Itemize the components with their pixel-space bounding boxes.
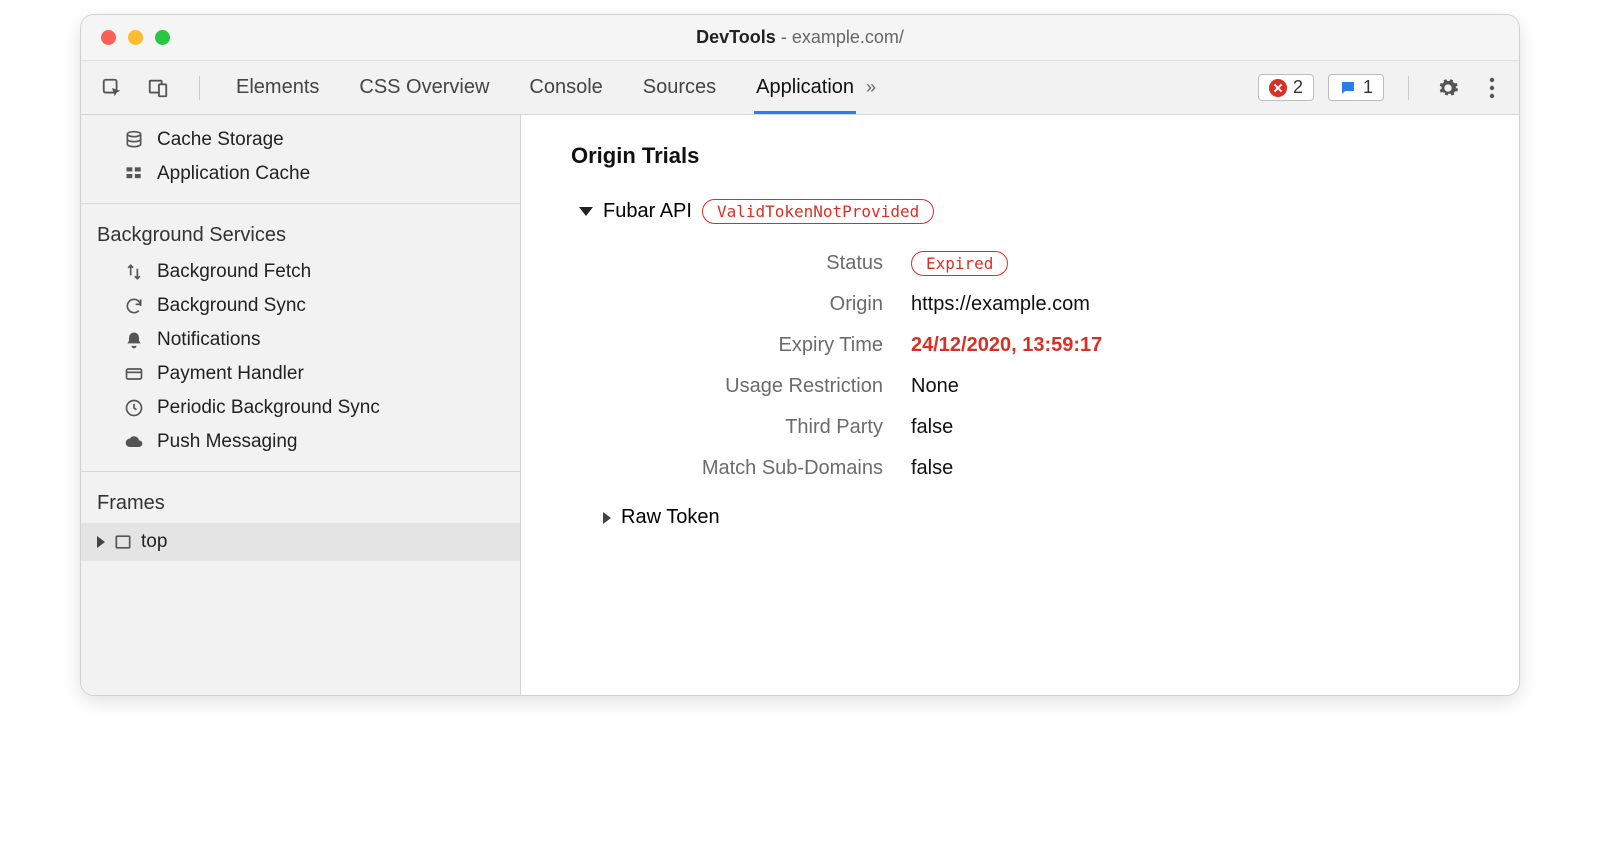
value-status: Expired: [911, 252, 1489, 275]
collapse-icon: [579, 207, 593, 216]
token-status-badge: ValidTokenNotProvided: [702, 199, 934, 224]
tab-elements[interactable]: Elements: [234, 62, 321, 114]
main-panel: Origin Trials Fubar API ValidTokenNotPro…: [521, 115, 1519, 695]
status-badge: Expired: [911, 251, 1008, 276]
database-icon: [123, 130, 145, 150]
value-third-party: false: [911, 416, 1489, 439]
window-title: DevTools - example.com/: [81, 27, 1519, 48]
bell-icon: [123, 330, 145, 350]
tab-console[interactable]: Console: [527, 62, 604, 114]
value-expiry: 24/12/2020, 13:59:17: [911, 334, 1489, 357]
sidebar-heading-background-services: Background Services: [81, 212, 520, 255]
application-sidebar: Cache Storage Application Cache Backgrou…: [81, 115, 521, 695]
messages-counter[interactable]: 1: [1328, 74, 1384, 101]
toolbar-right: 2 1: [1258, 73, 1507, 103]
window-title-sep: -: [776, 27, 792, 47]
settings-icon[interactable]: [1433, 73, 1463, 103]
panel-tabs: Elements CSS Overview Console Sources Ap…: [234, 62, 856, 114]
cloud-icon: [123, 432, 145, 452]
expand-icon: [97, 536, 105, 548]
sidebar-group-background-services: Background Services Background Fetch Bac…: [81, 204, 520, 472]
sidebar-item-cache-storage[interactable]: Cache Storage: [81, 123, 520, 157]
expand-icon: [603, 512, 611, 524]
devtools-body: Cache Storage Application Cache Backgrou…: [81, 115, 1519, 695]
sidebar-item-background-sync[interactable]: Background Sync: [81, 289, 520, 323]
devtools-toolbar: Elements CSS Overview Console Sources Ap…: [81, 61, 1519, 115]
sidebar-item-label: Push Messaging: [157, 431, 297, 453]
label-status: Status: [611, 252, 911, 275]
label-usage-restriction: Usage Restriction: [611, 375, 911, 398]
origin-trial-row[interactable]: Fubar API ValidTokenNotProvided: [579, 199, 1489, 224]
frame-icon: [113, 532, 133, 552]
sidebar-heading-frames: Frames: [81, 480, 520, 523]
sidebar-item-label: Cache Storage: [157, 129, 284, 151]
raw-token-row[interactable]: Raw Token: [603, 506, 1489, 529]
raw-token-label: Raw Token: [621, 506, 720, 529]
sidebar-item-label: top: [141, 531, 167, 553]
tab-sources[interactable]: Sources: [641, 62, 718, 114]
toolbar-left: [93, 73, 210, 103]
kebab-menu-icon[interactable]: [1477, 73, 1507, 103]
page-title: Origin Trials: [571, 143, 1489, 169]
device-toggle-icon[interactable]: [143, 73, 173, 103]
label-match-subdomains: Match Sub-Domains: [611, 457, 911, 480]
window-title-app: DevTools: [696, 27, 776, 47]
sidebar-group-cache: Cache Storage Application Cache: [81, 115, 520, 204]
label-origin: Origin: [611, 293, 911, 316]
errors-counter[interactable]: 2: [1258, 74, 1314, 101]
sidebar-item-label: Background Sync: [157, 295, 306, 317]
sidebar-item-push-messaging[interactable]: Push Messaging: [81, 425, 520, 459]
label-expiry: Expiry Time: [611, 334, 911, 357]
sidebar-item-background-fetch[interactable]: Background Fetch: [81, 255, 520, 289]
sidebar-item-periodic-background-sync[interactable]: Periodic Background Sync: [81, 391, 520, 425]
sidebar-item-label: Background Fetch: [157, 261, 311, 283]
sidebar-item-label: Payment Handler: [157, 363, 304, 385]
toolbar-divider-2: [1408, 76, 1409, 100]
messages-count: 1: [1363, 77, 1373, 98]
sidebar-item-notifications[interactable]: Notifications: [81, 323, 520, 357]
inspect-element-icon[interactable]: [97, 73, 127, 103]
traffic-lights: [101, 30, 170, 45]
sidebar-group-frames: Frames top: [81, 472, 520, 561]
tab-css-overview[interactable]: CSS Overview: [357, 62, 491, 114]
clock-icon: [123, 398, 145, 418]
sidebar-item-application-cache[interactable]: Application Cache: [81, 157, 520, 191]
sidebar-item-frame-top[interactable]: top: [81, 523, 520, 561]
errors-count: 2: [1293, 77, 1303, 98]
value-usage-restriction: None: [911, 375, 1489, 398]
sidebar-item-label: Application Cache: [157, 163, 310, 185]
sidebar-item-label: Periodic Background Sync: [157, 397, 380, 419]
message-icon: [1339, 79, 1357, 97]
devtools-window: DevTools - example.com/ Elements CSS Ove…: [80, 14, 1520, 696]
tab-application[interactable]: Application: [754, 62, 856, 114]
toolbar-divider: [199, 76, 200, 100]
window-titlebar: DevTools - example.com/: [81, 15, 1519, 61]
error-icon: [1269, 79, 1287, 97]
close-window-button[interactable]: [101, 30, 116, 45]
trial-details: Status Expired Origin https://example.co…: [611, 252, 1489, 480]
zoom-window-button[interactable]: [155, 30, 170, 45]
window-title-page: example.com/: [792, 27, 904, 47]
sync-icon: [123, 296, 145, 316]
more-tabs-button[interactable]: »: [856, 77, 886, 98]
grid-icon: [123, 164, 145, 184]
sidebar-item-payment-handler[interactable]: Payment Handler: [81, 357, 520, 391]
value-origin: https://example.com: [911, 293, 1489, 316]
sidebar-item-label: Notifications: [157, 329, 261, 351]
label-third-party: Third Party: [611, 416, 911, 439]
trial-name: Fubar API: [603, 200, 692, 223]
minimize-window-button[interactable]: [128, 30, 143, 45]
transfer-icon: [123, 262, 145, 282]
value-match-subdomains: false: [911, 457, 1489, 480]
credit-card-icon: [123, 364, 145, 384]
